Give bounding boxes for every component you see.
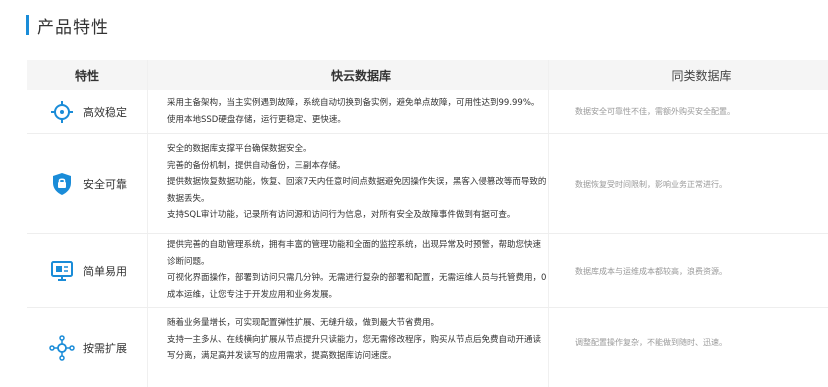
description-line: 提供完善的自助管理系统，拥有丰富的管理功能和全面的监控系统，出现异常及时预警，帮…: [167, 240, 542, 250]
feature-label: 高效稳定: [83, 105, 127, 119]
kuai-description: 安全的数据库支撑平台确保数据安全。 完善的备份机制，提供自动备份，三副本存储。 …: [167, 141, 562, 224]
description-line: 可视化界面操作，部署到访问只需几分钟。无需进行复杂的部署和配置，无需运维人员与托…: [167, 273, 547, 283]
description-line: 完善的备份机制，提供自动备份，三副本存储。: [167, 160, 346, 171]
feature-cell: 简单易用: [27, 234, 147, 307]
description-line: 随着业务量增长，可实现配置弹性扩展、无缝升级，做到最大节省费用。: [167, 318, 440, 328]
feature-label: 安全可靠: [83, 177, 127, 191]
network-icon: [49, 334, 75, 361]
same-description: 数据恢复受时间限制，影响业务正常进行。: [575, 180, 727, 189]
kuai-description: 采用主备架构，当主实例遇到故障，系统自动切换到备实例，避免单点故障，可用性达到9…: [167, 95, 562, 128]
table-row: 安全可靠 安全的数据库支撑平台确保数据安全。 完善的备份机制，提供自动备份，三副…: [27, 134, 828, 234]
kuai-description: 随着业务量增长，可实现配置弹性扩展、无缝升级，做到最大节省费用。 支持一主多从、…: [167, 315, 562, 365]
table-row: 按需扩展 随着业务量增长，可实现配置弹性扩展、无缝升级，做到最大节省费用。 支持…: [27, 308, 828, 387]
feature-label: 按需扩展: [83, 341, 127, 355]
description-line: 支持一主多从、在线横向扩展从节点提升只读能力，您无需修改程序，购买从节点后免费自…: [167, 334, 542, 345]
section-title: 产品特性: [26, 14, 109, 38]
table-row: 高效稳定 采用主备架构，当主实例遇到故障，系统自动切换到备实例，避免单点故障，可…: [27, 90, 828, 134]
description-line: 支持SQL审计功能，记录所有访问源和访问行为信息，对所有安全及故障事件做到有据可…: [167, 210, 516, 220]
feature-cell: 按需扩展: [27, 308, 147, 387]
description-line: 提供数据恢复数据功能，恢复、回滚7天内任意时间点数据避免因操作失误，黑客入侵篡改…: [167, 177, 547, 187]
section-title-text: 产品特性: [37, 17, 109, 38]
header-feature: 特性: [74, 68, 99, 83]
header-same-db: 同类数据库: [671, 68, 732, 83]
description-line: 写分离，满足高并发读写的应用需求，提高数据库访问速度。: [167, 351, 397, 361]
feature-label: 简单易用: [83, 264, 127, 278]
header-kuai-db: 快云数据库: [330, 68, 391, 83]
title-accent-bar: [26, 15, 29, 35]
same-description: 调整配置操作复杂，不能做到随时、迅速。: [575, 338, 727, 347]
description-line: 诊断问题。: [167, 256, 210, 267]
monitor-icon: [49, 258, 75, 284]
feature-cell: 高效稳定: [27, 90, 147, 133]
feature-cell: 安全可靠: [27, 134, 147, 233]
description-line: 数据丢失。: [167, 193, 210, 204]
shield-lock-icon: [49, 171, 75, 197]
description-line: 使用本地SSD硬盘存储，运行更稳定、更快速。: [167, 114, 346, 125]
description-line: 安全的数据库支撑平台确保数据安全。: [167, 144, 312, 154]
crosshair-icon: [49, 99, 75, 125]
description-line: 成本运维，让您专注于开发应用和业务发展。: [167, 289, 338, 300]
same-description: 数据库成本与运维成本都较高，浪费资源。: [575, 267, 727, 276]
same-description: 数据安全可靠性不佳，需额外购买安全配置。: [575, 107, 735, 116]
description-line: 采用主备架构，当主实例遇到故障，系统自动切换到备实例，避免单点故障，可用性达到9…: [167, 98, 540, 108]
kuai-description: 提供完善的自助管理系统，拥有丰富的管理功能和全面的监控系统，出现异常及时预警，帮…: [167, 237, 562, 303]
table-row: 简单易用 提供完善的自助管理系统，拥有丰富的管理功能和全面的监控系统，出现异常及…: [27, 234, 828, 308]
